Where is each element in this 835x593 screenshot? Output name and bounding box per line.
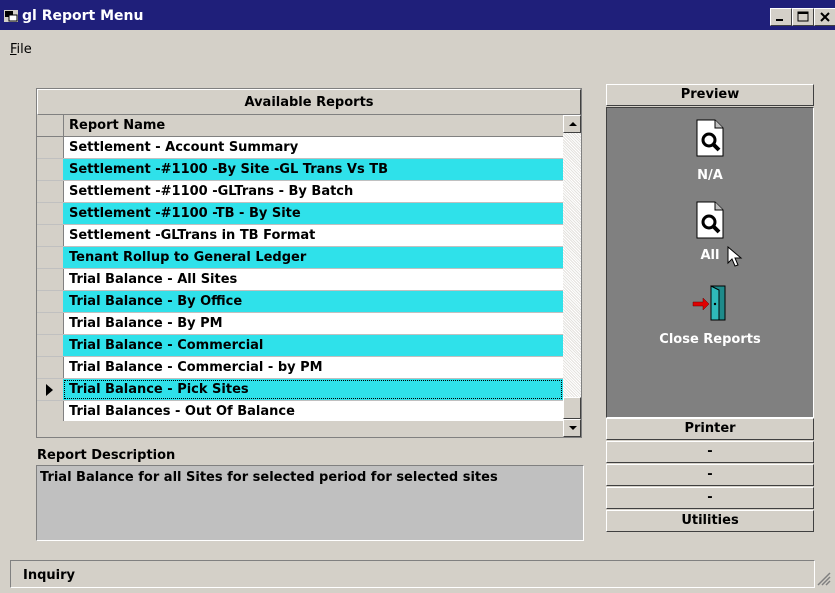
report-name-cell[interactable]: Settlement -#1100 -By Site -GL Trans Vs … bbox=[63, 159, 563, 180]
row-selector[interactable] bbox=[37, 357, 64, 378]
scroll-up-icon bbox=[569, 122, 577, 126]
report-name-cell[interactable]: Settlement -#1100 -GLTrans - By Batch bbox=[63, 181, 563, 202]
table-row[interactable]: Trial Balance - Pick Sites bbox=[37, 379, 563, 401]
row-selector[interactable] bbox=[37, 401, 64, 422]
maximize-button[interactable] bbox=[792, 8, 814, 26]
report-name-cell[interactable]: Tenant Rollup to General Ledger bbox=[63, 247, 563, 268]
row-selector[interactable] bbox=[37, 291, 64, 312]
row-selector[interactable] bbox=[37, 247, 64, 268]
maximize-icon bbox=[797, 11, 809, 22]
preview-all-label: All bbox=[700, 248, 720, 263]
blank-button-1[interactable]: - bbox=[606, 441, 814, 463]
minimize-icon bbox=[776, 19, 783, 21]
report-name-cell[interactable]: Trial Balance - By PM bbox=[63, 313, 563, 334]
close-button[interactable] bbox=[814, 8, 835, 26]
column-header-report-name[interactable]: Report Name bbox=[69, 118, 165, 133]
grid-footer bbox=[37, 421, 563, 437]
minimize-button[interactable] bbox=[770, 8, 792, 26]
row-selector[interactable] bbox=[37, 225, 64, 246]
scroll-down-button[interactable] bbox=[563, 419, 581, 437]
table-row[interactable]: Trial Balance - Commercial bbox=[37, 335, 563, 357]
preview-button[interactable]: Preview bbox=[606, 84, 814, 106]
app-icon bbox=[4, 10, 18, 22]
preview-na-label: N/A bbox=[697, 168, 723, 183]
status-panel: Inquiry bbox=[10, 560, 815, 588]
menu-bar: File bbox=[0, 30, 835, 58]
window-title: gl Report Menu bbox=[22, 8, 144, 24]
close-icon bbox=[820, 12, 830, 22]
report-rows: Settlement - Account Summary Settlement -… bbox=[37, 137, 563, 423]
row-selector[interactable] bbox=[37, 137, 64, 158]
mouse-cursor-icon bbox=[727, 246, 743, 267]
row-selector[interactable] bbox=[37, 203, 64, 224]
report-description-box: Trial Balance for all Sites for selected… bbox=[36, 465, 584, 541]
blank-button-2[interactable]: - bbox=[606, 464, 814, 486]
report-name-cell[interactable]: Trial Balance - By Office bbox=[63, 291, 563, 312]
row-selector[interactable] bbox=[37, 335, 64, 356]
report-name-cell[interactable]: Trial Balance - Commercial - by PM bbox=[63, 357, 563, 378]
table-row[interactable]: Settlement -#1100 -By Site -GL Trans Vs … bbox=[37, 159, 563, 181]
table-row[interactable]: Settlement -GLTrans in TB Format bbox=[37, 225, 563, 247]
close-reports-label[interactable]: Close Reports bbox=[607, 332, 813, 347]
report-name-cell[interactable]: Settlement - Account Summary bbox=[63, 137, 563, 158]
report-name-cell[interactable]: Trial Balance - All Sites bbox=[63, 269, 563, 290]
available-reports-grid[interactable]: Available Reports Report Name Settlement… bbox=[36, 88, 582, 438]
close-reports-door-icon[interactable] bbox=[689, 282, 731, 324]
report-name-cell[interactable]: Trial Balance - Pick Sites bbox=[63, 379, 563, 400]
scroll-up-button[interactable] bbox=[563, 115, 581, 133]
report-name-cell[interactable]: Trial Balance - Commercial bbox=[63, 335, 563, 356]
report-description-label: Report Description bbox=[37, 448, 176, 463]
grid-column-header: Report Name bbox=[37, 115, 563, 137]
status-text: Inquiry bbox=[23, 568, 75, 583]
report-name-cell[interactable]: Trial Balances - Out Of Balance bbox=[63, 401, 563, 422]
row-selector[interactable] bbox=[37, 159, 64, 180]
scroll-down-icon bbox=[569, 426, 577, 430]
title-bar: gl Report Menu bbox=[0, 0, 835, 30]
preview-panel: N/A All Close Reports bbox=[606, 107, 814, 418]
vertical-scrollbar[interactable] bbox=[563, 115, 581, 437]
table-row[interactable]: Settlement -#1100 -GLTrans - By Batch bbox=[37, 181, 563, 203]
table-row[interactable]: Trial Balance - By PM bbox=[37, 313, 563, 335]
row-selector[interactable] bbox=[37, 379, 64, 400]
menu-file[interactable]: File bbox=[10, 42, 32, 57]
report-name-cell[interactable]: Settlement -GLTrans in TB Format bbox=[63, 225, 563, 246]
grid-caption: Available Reports bbox=[37, 89, 581, 115]
row-selector[interactable] bbox=[37, 313, 64, 334]
utilities-button[interactable]: Utilities bbox=[606, 510, 814, 532]
blank-button-3[interactable]: - bbox=[606, 487, 814, 509]
preview-na-icon[interactable] bbox=[695, 118, 725, 158]
menu-file-rest: ile bbox=[16, 42, 32, 57]
table-row[interactable]: Trial Balances - Out Of Balance bbox=[37, 401, 563, 423]
table-row[interactable]: Tenant Rollup to General Ledger bbox=[37, 247, 563, 269]
table-row[interactable]: Settlement -#1100 -TB - By Site bbox=[37, 203, 563, 225]
table-row[interactable]: Trial Balance - All Sites bbox=[37, 269, 563, 291]
resize-grip-icon[interactable] bbox=[817, 572, 831, 586]
scroll-thumb[interactable] bbox=[563, 397, 581, 419]
preview-all-icon[interactable] bbox=[695, 200, 725, 240]
row-selector[interactable] bbox=[37, 181, 64, 202]
table-row[interactable]: Settlement - Account Summary bbox=[37, 137, 563, 159]
status-bar: Inquiry bbox=[10, 560, 835, 590]
table-row[interactable]: Trial Balance - Commercial - by PM bbox=[37, 357, 563, 379]
row-selector[interactable] bbox=[37, 269, 64, 290]
report-name-cell[interactable]: Settlement -#1100 -TB - By Site bbox=[63, 203, 563, 224]
printer-button[interactable]: Printer bbox=[606, 418, 814, 440]
table-row[interactable]: Trial Balance - By Office bbox=[37, 291, 563, 313]
current-row-arrow-icon bbox=[46, 384, 53, 396]
header-selector-cell bbox=[37, 115, 64, 136]
